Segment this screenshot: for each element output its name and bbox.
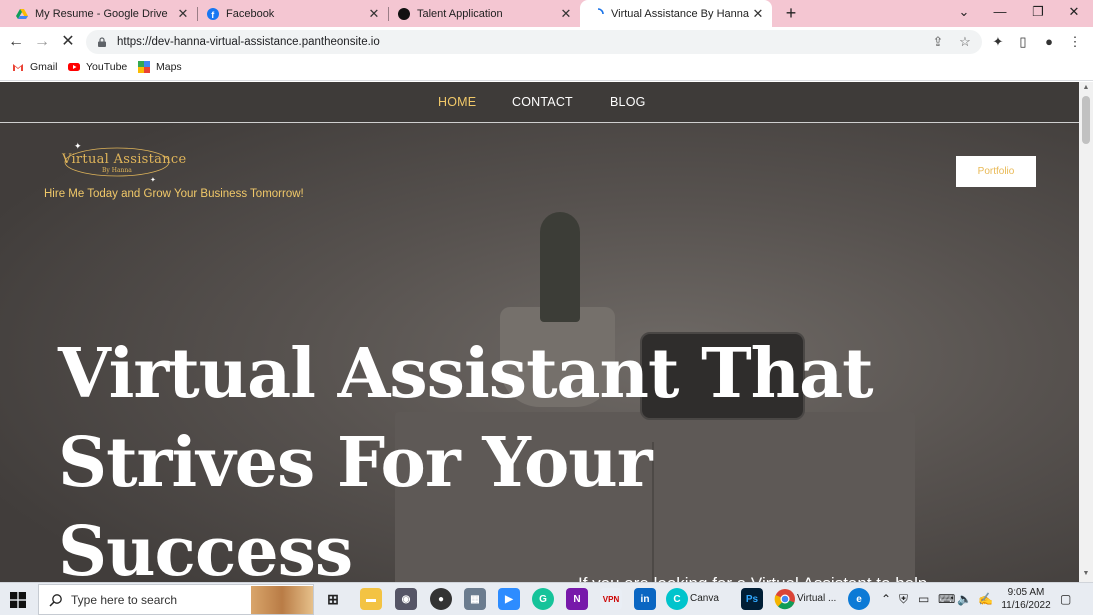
tab-talent-application[interactable]: Talent Application ✕: [382, 0, 580, 27]
forward-arrow-icon[interactable]: →: [32, 32, 52, 52]
linkedin-icon[interactable]: in: [634, 588, 656, 610]
background-cactus: [540, 212, 580, 322]
url-text: https://dev-hanna-virtual-assistance.pan…: [117, 36, 380, 48]
scroll-down-arrow-icon[interactable]: ▼: [1079, 570, 1093, 577]
bookmark-label: Maps: [156, 61, 182, 73]
bookmarks-bar: Gmail YouTube Maps: [0, 57, 1093, 81]
tab-search-chevron-icon[interactable]: ⌄: [954, 4, 974, 22]
zoom-icon[interactable]: ▶: [498, 588, 520, 610]
side-panel-icon[interactable]: ▯: [1014, 33, 1032, 51]
bookmark-youtube[interactable]: YouTube: [68, 61, 127, 73]
tab-facebook[interactable]: f Facebook ✕: [191, 0, 388, 27]
chrome-icon[interactable]: [774, 588, 796, 610]
bookmark-star-icon[interactable]: ☆: [957, 34, 973, 50]
lock-icon: [98, 37, 106, 47]
tab-virtual-assistance[interactable]: Virtual Assistance By Hanna – Hir ✕: [580, 0, 772, 27]
close-tab-icon[interactable]: ✕: [366, 6, 382, 22]
close-tab-icon[interactable]: ✕: [175, 6, 191, 22]
edge-icon[interactable]: e: [848, 588, 870, 610]
search-icon: [49, 593, 62, 607]
windows-start-icon[interactable]: [10, 592, 26, 608]
chrome-task-label[interactable]: Virtual ...: [797, 593, 836, 604]
security-shield-icon[interactable]: ⛨: [899, 592, 908, 607]
system-clock[interactable]: 9:05 AM 11/16/2022: [998, 586, 1054, 612]
svg-text:✦: ✦: [150, 176, 156, 184]
website-viewport: HOME CONTACT BLOG ✦ ✦ Virtual Assistance…: [0, 82, 1079, 582]
bookmark-maps[interactable]: Maps: [138, 61, 182, 73]
extensions-puzzle-icon[interactable]: ✦: [989, 33, 1007, 51]
bookmark-gmail[interactable]: Gmail: [12, 61, 57, 73]
calculator-icon[interactable]: ▦: [464, 588, 486, 610]
search-placeholder: Type here to search: [71, 592, 178, 607]
tab-title: Facebook: [226, 7, 275, 20]
site-tagline: Hire Me Today and Grow Your Business Tom…: [44, 188, 304, 200]
share-icon[interactable]: ⇪: [930, 34, 946, 50]
volume-icon[interactable]: 🔈: [957, 592, 972, 606]
taskbar-search-box[interactable]: Type here to search: [38, 584, 314, 615]
close-tab-icon[interactable]: ✕: [750, 6, 766, 22]
tab-title: Talent Application: [417, 7, 503, 20]
windows-taskbar: Type here to search ⊞ ▬ ◉ ● ▦ ▶ G N VPN …: [0, 582, 1093, 615]
clock-time: 9:05 AM: [1007, 587, 1045, 598]
vpn-icon[interactable]: VPN: [600, 588, 622, 610]
hero-heading: Virtual Assistant That Strives For Your …: [58, 330, 958, 582]
browser-toolbar: ← → ✕ https://dev-hanna-virtual-assistan…: [0, 27, 1093, 57]
search-highlight-image: [251, 586, 313, 614]
tab-title: Virtual Assistance By Hanna – Hir: [611, 7, 750, 20]
site-navigation: HOME CONTACT BLOG: [0, 82, 1079, 123]
media-player-icon[interactable]: ●: [430, 588, 452, 610]
scrollbar-thumb[interactable]: [1082, 96, 1090, 144]
canva-label[interactable]: Canva: [690, 593, 719, 604]
canva-icon[interactable]: C: [666, 588, 688, 610]
logo-subtitle: By Hanna: [102, 167, 132, 174]
clock-date: 11/16/2022: [1001, 600, 1051, 611]
svg-text:✦: ✦: [74, 142, 82, 152]
page-scrollbar[interactable]: ▲ ▼: [1079, 82, 1093, 582]
gmail-icon: [13, 64, 23, 71]
onenote-icon[interactable]: N: [566, 588, 588, 610]
close-tab-icon[interactable]: ✕: [558, 6, 574, 22]
maps-icon: [138, 61, 150, 73]
black-circle-icon: [398, 7, 410, 20]
keyboard-icon[interactable]: ⌨: [938, 592, 955, 606]
network-icon[interactable]: ▭: [918, 592, 929, 606]
nav-link-contact[interactable]: CONTACT: [512, 95, 573, 109]
pen-icon[interactable]: ✍: [978, 592, 993, 606]
google-drive-icon: [16, 8, 28, 19]
menu-dots-icon[interactable]: ⋮: [1066, 33, 1084, 51]
youtube-icon: [68, 63, 80, 71]
bookmark-label: Gmail: [30, 61, 58, 73]
notifications-icon[interactable]: ▢: [1060, 592, 1071, 606]
stop-loading-icon[interactable]: ✕: [58, 32, 78, 52]
tab-title: My Resume - Google Drive: [35, 7, 168, 20]
nav-link-blog[interactable]: BLOG: [610, 95, 646, 109]
hero-subline: If you are looking for a Virtual Assista…: [578, 574, 927, 582]
hero-line-1: Virtual Assistant That: [58, 334, 874, 414]
tab-google-drive[interactable]: My Resume - Google Drive ✕: [0, 0, 197, 27]
close-window-icon[interactable]: ✕: [1064, 4, 1084, 22]
new-tab-button[interactable]: +: [782, 4, 800, 22]
task-view-icon[interactable]: ⊞: [322, 588, 344, 610]
camera-icon[interactable]: ◉: [395, 588, 417, 610]
tab-strip: My Resume - Google Drive ✕ f Facebook ✕ …: [0, 0, 1093, 27]
scroll-up-arrow-icon[interactable]: ▲: [1079, 84, 1093, 91]
address-bar[interactable]: https://dev-hanna-virtual-assistance.pan…: [86, 30, 982, 54]
restore-window-icon[interactable]: ❐: [1028, 4, 1048, 22]
loading-spinner-icon: [597, 7, 604, 14]
facebook-icon: f: [207, 7, 219, 20]
hero-line-2: Strives For Your Success: [58, 423, 653, 582]
minimize-window-icon[interactable]: —: [990, 4, 1010, 22]
logo-title[interactable]: Virtual Assistance: [62, 152, 186, 167]
nav-link-home[interactable]: HOME: [438, 95, 476, 109]
tray-chevron-up-icon[interactable]: ⌃: [881, 592, 891, 606]
back-arrow-icon[interactable]: ←: [6, 32, 26, 52]
profile-avatar-icon[interactable]: ●: [1040, 33, 1058, 51]
photoshop-icon[interactable]: Ps: [741, 588, 763, 610]
grammarly-icon[interactable]: G: [532, 588, 554, 610]
file-explorer-icon[interactable]: ▬: [360, 588, 382, 610]
portfolio-button[interactable]: Portfolio: [956, 156, 1036, 187]
bookmark-label: YouTube: [86, 61, 128, 73]
